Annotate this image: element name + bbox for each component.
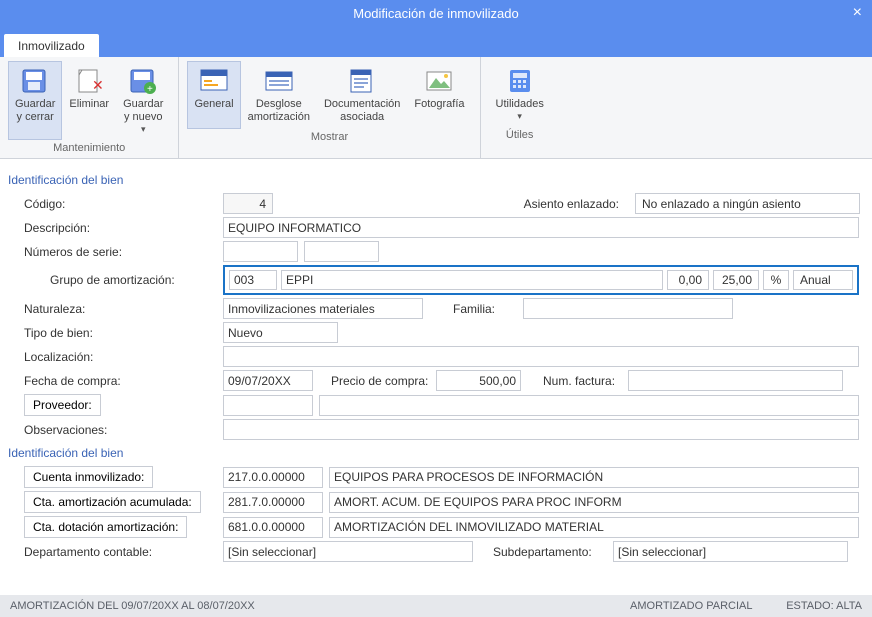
general-button[interactable]: General: [187, 61, 240, 129]
observaciones-input[interactable]: [223, 419, 859, 440]
utilities-icon: [503, 66, 537, 96]
utilidades-button[interactable]: Utilidades ▾: [489, 61, 551, 127]
status-right1: AMORTIZADO PARCIAL: [630, 600, 752, 612]
grupo-label: Grupo de amortización:: [34, 273, 223, 287]
observaciones-label: Observaciones:: [8, 423, 223, 437]
ribbon-group-utiles: Utilidades ▾ Útiles: [481, 57, 559, 158]
ribbon: Guardar y cerrar ✕ Eliminar + Guardar y …: [0, 57, 872, 159]
ctainmov-desc-input[interactable]: [329, 467, 859, 488]
close-icon[interactable]: ×: [853, 4, 862, 22]
dept-label: Departamento contable:: [8, 545, 223, 559]
codigo-label: Código:: [8, 197, 223, 211]
guardar-nuevo-label: Guardar y nuevo: [123, 98, 163, 124]
tipobien-select[interactable]: Nuevo: [223, 322, 338, 343]
dropdown-arrow-icon: ▾: [517, 111, 522, 122]
doc-button[interactable]: Documentación asociada: [317, 61, 407, 129]
foto-button[interactable]: Fotografía: [407, 61, 471, 129]
subdept-label: Subdepartamento:: [493, 545, 613, 559]
familia-select[interactable]: [523, 298, 733, 319]
grupo-desc-input[interactable]: [281, 270, 663, 290]
guardar-cerrar-button[interactable]: Guardar y cerrar: [8, 61, 62, 140]
ctainmov-cod-input[interactable]: [223, 467, 323, 488]
grupo-v1: 0,00: [667, 270, 709, 290]
general-icon: [197, 66, 231, 96]
proveedor-cod-input[interactable]: [223, 395, 313, 416]
grupo-unit: %: [763, 270, 789, 290]
proveedor-desc-input[interactable]: [319, 395, 859, 416]
numfactura-label: Num. factura:: [543, 374, 628, 388]
desglose-button[interactable]: Desglose amortización: [241, 61, 317, 129]
ctadot-desc-input[interactable]: [329, 517, 859, 538]
ctaamortac-cod-input[interactable]: [223, 492, 323, 513]
eliminar-label: Eliminar: [69, 98, 109, 111]
ribbon-group-mant-title: Mantenimiento: [8, 140, 170, 156]
ctadot-cod-input[interactable]: [223, 517, 323, 538]
localizacion-label: Localización:: [8, 350, 223, 364]
eliminar-button[interactable]: ✕ Eliminar: [62, 61, 116, 140]
general-label: General: [194, 98, 233, 111]
numserie-label: Números de serie:: [8, 245, 223, 259]
form-area: Identificación del bien Código: 4 Asient…: [0, 159, 872, 575]
asiento-value: No enlazado a ningún asiento: [635, 193, 860, 214]
grupo-amortizacion-box: 0,00 25,00 % Anual: [223, 265, 859, 295]
localizacion-input[interactable]: [223, 346, 859, 367]
title-bar: Modificación de inmovilizado ×: [0, 0, 872, 28]
preciocompra-label: Precio de compra:: [331, 374, 436, 388]
naturaleza-label: Naturaleza:: [8, 302, 223, 316]
tipobien-label: Tipo de bien:: [8, 326, 223, 340]
asiento-label: Asiento enlazado:: [515, 197, 635, 211]
delete-icon: ✕: [72, 66, 106, 96]
grupo-periodo: Anual: [793, 270, 853, 290]
section1-title: Identificación del bien: [8, 173, 860, 187]
numserie-b-input[interactable]: [304, 241, 379, 262]
doc-icon: [345, 66, 379, 96]
svg-text:+: +: [147, 84, 153, 94]
save-new-icon: +: [126, 66, 160, 96]
window-title: Modificación de inmovilizado: [353, 6, 518, 21]
proveedor-button[interactable]: Proveedor:: [24, 394, 101, 416]
doc-label: Documentación asociada: [324, 98, 400, 124]
grupo-cod-input[interactable]: [229, 270, 277, 290]
preciocompra-input[interactable]: [436, 370, 521, 391]
dept-select[interactable]: [Sin seleccionar]: [223, 541, 473, 562]
utilidades-label: Utilidades: [496, 98, 544, 111]
familia-label: Familia:: [453, 302, 523, 316]
descripcion-label: Descripción:: [8, 221, 223, 235]
status-bar: AMORTIZACIÓN DEL 09/07/20XX AL 08/07/20X…: [0, 595, 872, 617]
status-left: AMORTIZACIÓN DEL 09/07/20XX AL 08/07/20X…: [10, 595, 255, 617]
foto-label: Fotografía: [414, 98, 464, 111]
codigo-value: 4: [223, 193, 273, 214]
tab-inmovilizado[interactable]: Inmovilizado: [4, 34, 99, 57]
fechacompra-input[interactable]: [223, 370, 313, 391]
ctadot-button[interactable]: Cta. dotación amortización:: [24, 516, 187, 538]
numserie-a-input[interactable]: [223, 241, 298, 262]
status-right2: ESTADO: ALTA: [786, 600, 862, 612]
guardar-cerrar-label: Guardar y cerrar: [15, 98, 55, 124]
numfactura-input[interactable]: [628, 370, 843, 391]
dropdown-arrow-icon: ▾: [141, 124, 146, 135]
svg-text:✕: ✕: [92, 77, 102, 93]
save-close-icon: [18, 66, 52, 96]
tab-strip: Inmovilizado: [0, 28, 872, 57]
fechacompra-label: Fecha de compra:: [8, 374, 223, 388]
ribbon-group-utiles-title: Útiles: [489, 127, 551, 143]
photo-icon: [422, 66, 456, 96]
ctaamortac-button[interactable]: Cta. amortización acumulada:: [24, 491, 201, 513]
guardar-nuevo-button[interactable]: + Guardar y nuevo ▾: [116, 61, 170, 140]
grupo-v2: 25,00: [713, 270, 759, 290]
ctaamortac-desc-input[interactable]: [329, 492, 859, 513]
subdept-select[interactable]: [Sin seleccionar]: [613, 541, 848, 562]
ctainmov-button[interactable]: Cuenta inmovilizado:: [24, 466, 153, 488]
naturaleza-select[interactable]: Inmovilizaciones materiales: [223, 298, 423, 319]
descripcion-input[interactable]: [223, 217, 859, 238]
ribbon-group-mostrar: General Desglose amortización Documentac…: [179, 57, 480, 158]
section2-title: Identificación del bien: [8, 446, 860, 460]
desglose-icon: [262, 66, 296, 96]
ribbon-group-mantenimiento: Guardar y cerrar ✕ Eliminar + Guardar y …: [0, 57, 179, 158]
desglose-label: Desglose amortización: [248, 98, 310, 124]
ribbon-group-mostrar-title: Mostrar: [187, 129, 471, 145]
